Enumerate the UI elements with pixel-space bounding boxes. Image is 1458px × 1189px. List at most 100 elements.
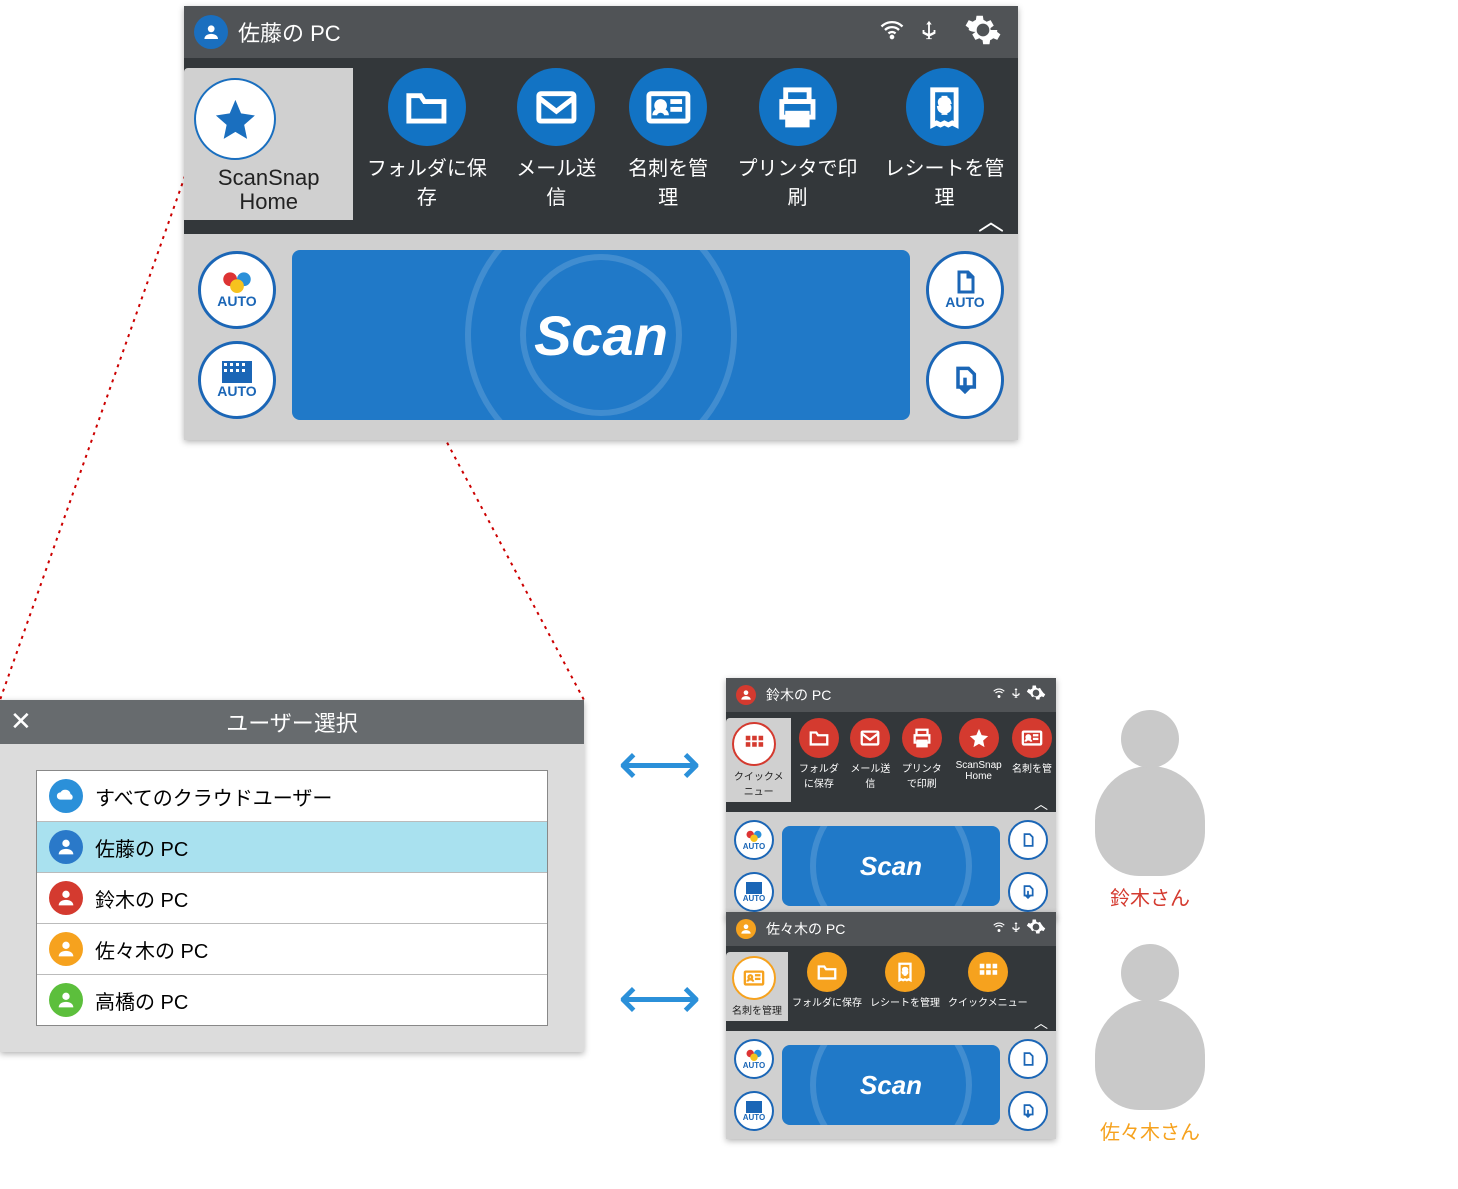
app-rail: 名刺を管理 フォルダに保存 $ レシートを管理クイックメニュー ︿ bbox=[726, 946, 1056, 1031]
chevron-up-icon[interactable]: ︿ bbox=[978, 201, 1004, 238]
rail-label: プリンタで印刷 bbox=[898, 760, 945, 790]
rail-item-folder[interactable]: フォルダに保存 bbox=[353, 68, 500, 210]
rail-item-receipt[interactable]: $ レシートを管理 bbox=[866, 952, 944, 1009]
home-tile[interactable]: クイックメニュー bbox=[726, 718, 791, 802]
chevron-up-icon[interactable]: ︿ bbox=[1034, 794, 1048, 814]
user-icon bbox=[49, 932, 83, 966]
user-label: 佐藤の PC bbox=[95, 833, 188, 862]
rail-item-receipt[interactable]: $レシートを管理 bbox=[871, 68, 1018, 210]
user-avatar[interactable] bbox=[736, 685, 756, 705]
settings-icon[interactable] bbox=[1026, 917, 1046, 942]
chevron-up-icon[interactable]: ︿ bbox=[1034, 1013, 1048, 1033]
paper-auto-button[interactable] bbox=[1008, 820, 1048, 860]
folder-icon bbox=[388, 68, 466, 146]
rail-item-star[interactable]: ScanSnap Home bbox=[949, 718, 1008, 782]
user-row[interactable]: 佐々木の PC bbox=[37, 924, 547, 975]
user-list: すべてのクラウドユーザー佐藤の PC 鈴木の PC 佐々木の PC 高橋の PC bbox=[36, 770, 548, 1026]
rail-item-mail[interactable]: メール送信 bbox=[500, 68, 612, 210]
scan-area: AUTO AUTO Scan AUTO bbox=[184, 234, 1018, 440]
user-row[interactable]: すべてのクラウドユーザー bbox=[37, 771, 547, 822]
rail-label: プリンタで印刷 bbox=[736, 152, 859, 210]
feed-button[interactable] bbox=[1008, 1091, 1048, 1131]
scan-button[interactable]: Scan bbox=[782, 1045, 1000, 1125]
mail-icon bbox=[850, 718, 890, 758]
rail-label: レシートを管理 bbox=[870, 994, 940, 1009]
color-auto-button[interactable]: AUTO bbox=[734, 820, 774, 860]
user-avatar[interactable] bbox=[736, 919, 756, 939]
user-label: すべてのクラウドユーザー bbox=[95, 782, 332, 811]
rail-item-print[interactable]: プリンタで印刷 bbox=[724, 68, 871, 210]
app-rail: クイックメニュー フォルダに保存メール送信プリンタで印刷ScanSnap Hom… bbox=[726, 712, 1056, 812]
dialog-titlebar: ✕ ユーザー選択 bbox=[0, 700, 584, 744]
wifi-icon bbox=[992, 686, 1006, 705]
rail-item-folder[interactable]: フォルダに保存 bbox=[791, 718, 846, 790]
user-label: 鈴木の PC bbox=[95, 884, 188, 913]
user-title: 佐々木の PC bbox=[766, 919, 992, 939]
person-b-label: 佐々木さん bbox=[1095, 1116, 1205, 1145]
user-icon bbox=[49, 830, 83, 864]
settings-icon[interactable] bbox=[1026, 683, 1046, 708]
print-icon bbox=[902, 718, 942, 758]
paper-auto-button[interactable]: AUTO bbox=[926, 251, 1004, 329]
wifi-icon bbox=[992, 920, 1006, 939]
rail-label: フォルダに保存 bbox=[365, 152, 488, 210]
user-title: 佐藤の PC bbox=[238, 16, 872, 48]
user-avatar[interactable] bbox=[194, 15, 228, 49]
folder-icon bbox=[799, 718, 839, 758]
color-auto-button[interactable]: AUTO bbox=[734, 1039, 774, 1079]
person-a: 鈴木さん bbox=[1095, 710, 1205, 911]
paper-auto-button[interactable] bbox=[1008, 1039, 1048, 1079]
resolution-auto-button[interactable]: AUTO bbox=[734, 872, 774, 912]
scan-button[interactable]: Scan bbox=[292, 250, 910, 420]
rail-label: フォルダに保存 bbox=[792, 994, 862, 1009]
resolution-auto-button[interactable]: AUTO bbox=[734, 1091, 774, 1131]
scan-area: AUTO AUTO Scan bbox=[726, 1031, 1056, 1139]
person-silhouette-icon bbox=[1095, 766, 1205, 876]
feed-button[interactable] bbox=[926, 341, 1004, 419]
person-silhouette-icon bbox=[1095, 1000, 1205, 1110]
rail-item-print[interactable]: プリンタで印刷 bbox=[894, 718, 949, 790]
rail-label: クイックメニュー bbox=[948, 994, 1028, 1009]
home-tile[interactable]: 名刺を管理 bbox=[726, 952, 788, 1021]
mail-icon bbox=[517, 68, 595, 146]
rail-item-grid[interactable]: クイックメニュー bbox=[944, 952, 1032, 1009]
arrow-icon: ⟷ bbox=[618, 730, 701, 798]
receipt-icon: $ bbox=[906, 68, 984, 146]
user-row[interactable]: 鈴木の PC bbox=[37, 873, 547, 924]
user-panel-a: 鈴木の PC クイックメニュー フォルダに保存メール送信プリンタで印刷ScanS… bbox=[726, 678, 1056, 920]
user-icon bbox=[49, 983, 83, 1017]
home-tile[interactable]: ScanSnap Home bbox=[184, 68, 353, 220]
home-label: ScanSnap Home bbox=[194, 166, 343, 214]
user-panel-b: 佐々木の PC 名刺を管理 フォルダに保存$レシートを管理クイックメニュー ︿ … bbox=[726, 912, 1056, 1139]
scan-button[interactable]: Scan bbox=[782, 826, 1000, 906]
folder-icon bbox=[807, 952, 847, 992]
close-icon[interactable]: ✕ bbox=[10, 706, 32, 737]
user-row[interactable]: 佐藤の PC bbox=[37, 822, 547, 873]
rail-item-card[interactable]: 名刺を管 bbox=[1008, 718, 1056, 775]
grid-icon bbox=[732, 722, 776, 766]
color-auto-button[interactable]: AUTO bbox=[198, 251, 276, 329]
rail-label: メール送信 bbox=[512, 152, 600, 210]
svg-text:$: $ bbox=[940, 95, 950, 115]
rail-item-mail[interactable]: メール送信 bbox=[846, 718, 894, 790]
grid-icon bbox=[968, 952, 1008, 992]
rail-item-folder[interactable]: フォルダに保存 bbox=[788, 952, 866, 1009]
rail-item-card[interactable]: 名刺を管理 bbox=[612, 68, 724, 210]
main-topbar: 佐藤の PC bbox=[184, 6, 1018, 58]
user-select-dialog: ✕ ユーザー選択 すべてのクラウドユーザー佐藤の PC 鈴木の PC 佐々木の PC… bbox=[0, 700, 584, 1052]
app-rail: ScanSnap Home フォルダに保存メール送信名刺を管理プリンタで印刷$レ… bbox=[184, 58, 1018, 234]
person-b: 佐々木さん bbox=[1095, 944, 1205, 1145]
settings-icon[interactable] bbox=[964, 11, 1002, 54]
star-icon bbox=[959, 718, 999, 758]
usb-icon bbox=[1010, 686, 1022, 705]
resolution-auto-button[interactable]: AUTO bbox=[198, 341, 276, 419]
rail-label: メール送信 bbox=[850, 760, 890, 790]
home-label: クイックメニュー bbox=[732, 768, 785, 798]
feed-button[interactable] bbox=[1008, 872, 1048, 912]
user-label: 高橋の PC bbox=[95, 986, 188, 1015]
main-scanner-panel: 佐藤の PC ScanSnap Home フォルダに保存メール送信名刺を管理プリ… bbox=[184, 6, 1018, 440]
receipt-icon: $ bbox=[885, 952, 925, 992]
rail-label: 名刺を管 bbox=[1012, 760, 1052, 775]
print-icon bbox=[759, 68, 837, 146]
user-row[interactable]: 高橋の PC bbox=[37, 975, 547, 1025]
